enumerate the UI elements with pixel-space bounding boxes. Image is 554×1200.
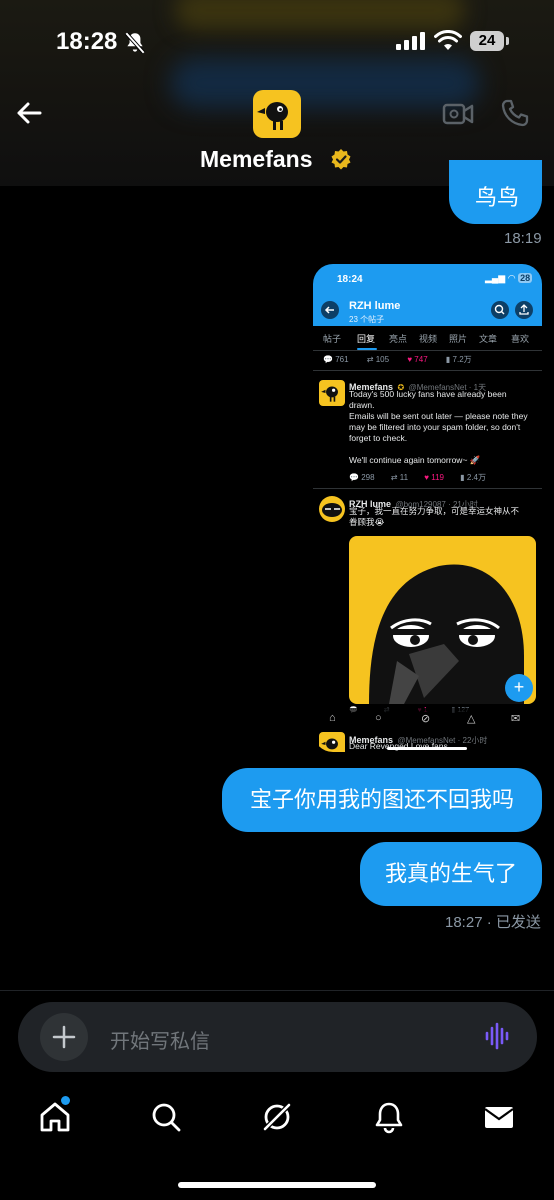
shot-profile-name: RZH lume (349, 300, 401, 312)
shot-post-avatar (319, 732, 345, 752)
shot-tab: 文章 (479, 334, 498, 344)
shot-compose-fab: + (505, 674, 533, 702)
shot-like-count: 747 (414, 355, 428, 364)
voice-message-icon[interactable] (484, 1022, 512, 1050)
shot-tab: 亮点 (389, 334, 408, 344)
shot-home-indicator (387, 747, 467, 750)
shot-tab: 喜欢 (511, 334, 530, 344)
shot-tab: 帖子 (323, 334, 342, 344)
shot-reply-count: 761 (335, 355, 349, 364)
verified-badge-icon (331, 149, 351, 170)
battery-indicator: 24 (470, 31, 510, 51)
shot-post-avatar (319, 496, 345, 522)
messages-icon[interactable] (482, 1100, 516, 1134)
home-indicator (178, 1182, 376, 1188)
battery-level: 24 (470, 31, 504, 51)
shot-bottom-nav: ⌂ ○ ⊘ △ ✉ (313, 708, 542, 732)
shot-tab-active: 回复 (357, 334, 376, 344)
crow-logo-icon (257, 102, 288, 130)
grok-icon[interactable] (260, 1100, 294, 1134)
shared-screenshot-message[interactable]: 18:24 ▂▄▆ ◠ 28 RZH lume 23 个帖子 帖子 回复 亮点 … (313, 264, 542, 752)
shot-tabs: 帖子 回复 亮点 视频 照片 文章 喜欢 (313, 326, 542, 351)
message-input[interactable]: 开始写私信 (110, 1025, 210, 1054)
composer-divider (0, 990, 554, 991)
contact-avatar[interactable] (253, 90, 301, 138)
message-timestamp-sent: 18:27 · 已发送 (445, 914, 541, 931)
shot-post-text: Today's 500 lucky fans have already been… (349, 389, 528, 465)
notification-dot (61, 1096, 70, 1105)
phone-call-icon[interactable] (500, 98, 530, 128)
shot-back-icon (321, 301, 339, 319)
blurred-content (175, 0, 465, 30)
shot-stats-row: 💬 761 ⇄ 105 ♥ 747 ▮ 7.2万 (323, 355, 472, 364)
home-icon[interactable] (38, 1100, 72, 1134)
shot-search-icon (491, 301, 509, 319)
shot-tab: 照片 (449, 334, 468, 344)
shot-battery: 28 (518, 273, 533, 283)
back-arrow-icon[interactable] (12, 96, 46, 130)
message-text: 鸟鸟 (475, 185, 520, 210)
status-time: 18:28 (56, 28, 118, 55)
video-call-icon[interactable] (442, 100, 474, 128)
shot-status-icons: ▂▄▆ ◠ 28 (485, 273, 533, 283)
message-timestamp: 18:19 (504, 230, 542, 247)
notifications-icon[interactable] (372, 1100, 406, 1134)
cellular-signal-icon (396, 32, 425, 50)
add-attachment-button[interactable] (40, 1013, 88, 1061)
message-composer[interactable] (18, 1002, 537, 1072)
shot-post-text: 宝子，我一直在努力争取，可是幸运女神从不 眷顾我😭 (349, 506, 520, 527)
contact-name[interactable]: Memefans (200, 146, 312, 173)
shot-tab: 视频 (419, 334, 438, 344)
shot-tab-underline (357, 348, 377, 350)
blurred-content (170, 58, 480, 108)
plus-icon (52, 1025, 76, 1049)
wifi-icon (434, 30, 462, 50)
shot-stats-row: 💬 298 ⇄ 11 ♥ 119 ▮ 2.4万 (349, 473, 486, 482)
message-bubble-partial[interactable]: 鸟鸟 (449, 160, 542, 224)
shot-status-time: 18:24 (337, 274, 363, 285)
bell-off-icon (124, 31, 146, 55)
shot-view-count: 7.2万 (452, 355, 472, 364)
search-icon[interactable] (149, 1100, 183, 1134)
shot-repost-count: 105 (375, 355, 390, 364)
shot-share-icon (515, 301, 533, 319)
shot-post-avatar (319, 380, 345, 406)
message-bubble[interactable]: 我真的生气了 (360, 842, 542, 906)
message-bubble[interactable]: 宝子你用我的图还不回我吗 (222, 768, 542, 832)
shot-post-count: 23 个帖子 (349, 315, 385, 324)
